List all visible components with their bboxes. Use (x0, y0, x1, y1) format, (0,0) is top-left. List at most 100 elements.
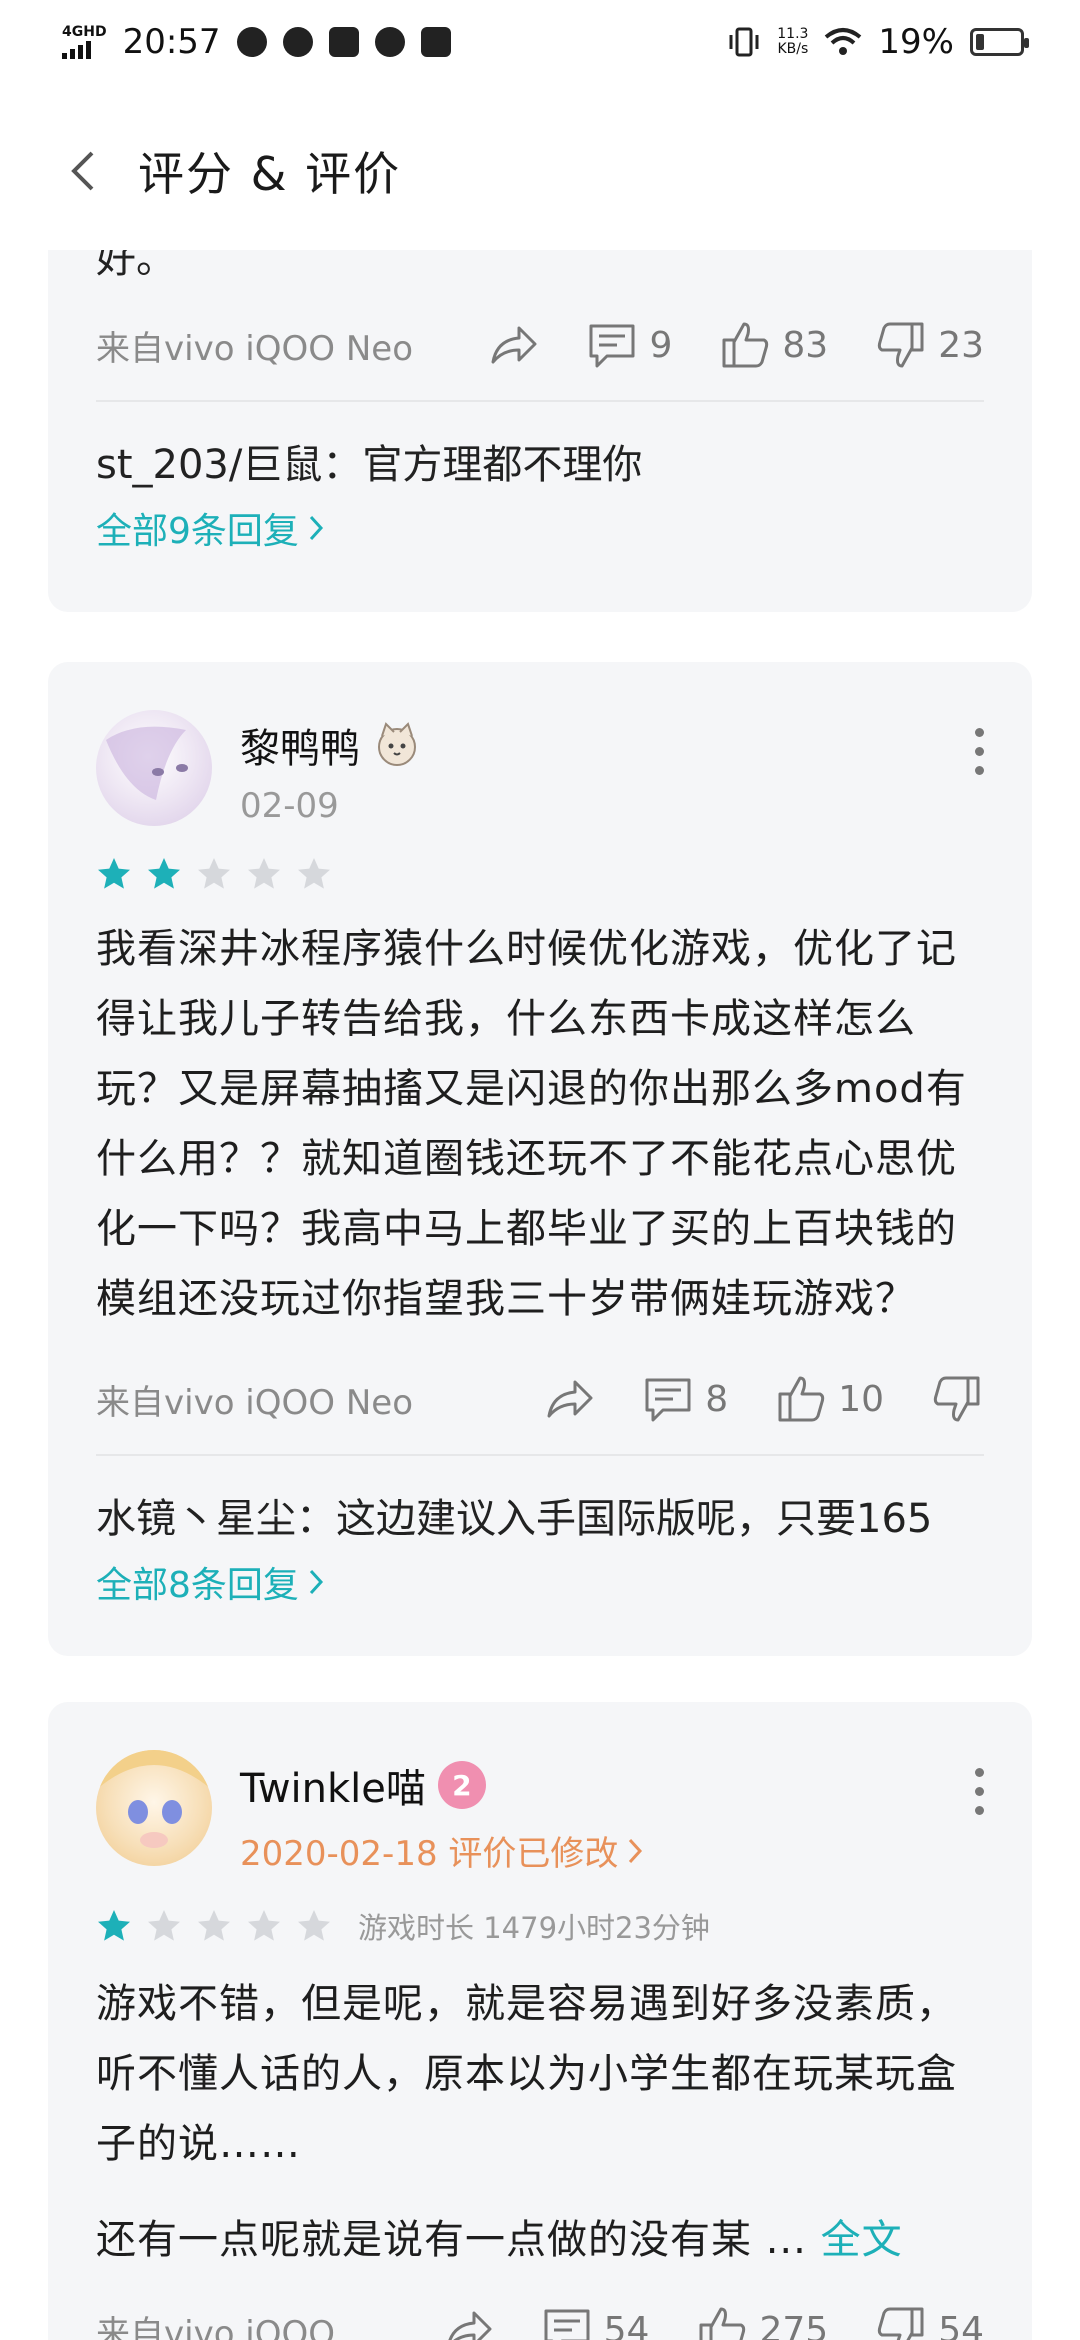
star-empty-icon (298, 1910, 330, 1941)
share-icon (491, 326, 537, 364)
like-button[interactable]: 275 (695, 2303, 828, 2340)
qq-icon (282, 27, 313, 57)
comment-count: 8 (705, 1378, 729, 1420)
battery-percent: 19% (878, 22, 954, 62)
cat-badge-icon (378, 722, 416, 766)
view-all-replies-label: 全部8条回复 (96, 1565, 299, 1606)
music-icon (374, 27, 405, 57)
reply-preview[interactable]: st_203/巨鼠：官方理都不理你 (96, 432, 984, 490)
thumbs-down-icon (878, 2307, 924, 2340)
like-count: 83 (782, 324, 829, 366)
back-arrow-icon[interactable] (64, 151, 104, 191)
dislike-button[interactable]: 54 (874, 2303, 984, 2340)
review-meta: 来自vivo iQOO... 54 275 54 (96, 2275, 984, 2340)
view-all-replies-link[interactable]: 全部9条回复 (96, 502, 984, 554)
avatar-illustration (106, 726, 188, 800)
device-label: 来自vivo iQOO Neo (96, 328, 413, 369)
reply-preview[interactable]: 水镜丶星尘：这边建议入手国际版呢，只要165 (96, 1486, 984, 1544)
vibrate-icon (729, 27, 759, 57)
star-filled-icon (98, 858, 130, 889)
username[interactable]: 黎鸭鸭 (240, 716, 422, 774)
avatar-illustration (96, 1750, 212, 1848)
review-text: 好。 (96, 250, 176, 282)
review-text-continued: 还有一点呢就是说有一点做的没有某 ... 全文 (96, 2205, 984, 2275)
comment-button[interactable]: 54 (540, 2303, 650, 2340)
device-label: 来自vivo iQOO Neo (96, 1382, 413, 1423)
level-badge-icon: 2 (437, 1761, 486, 1809)
dislike-count: 23 (938, 324, 984, 366)
level-badge-number: 2 (452, 1768, 472, 1802)
username[interactable]: Twinkle喵 2 (240, 1756, 646, 1814)
wifi-icon (825, 28, 862, 55)
like-count: 275 (759, 2309, 829, 2340)
star-empty-icon (148, 1910, 180, 1941)
review-card: 好。 来自vivo iQOO Neo 9 83 23 st_203/巨鼠：官方理… (48, 250, 1032, 612)
device-label: 来自vivo iQOO... (96, 2313, 367, 2340)
status-bar: 4GHD 20:57 11.3 KB/s 19% (0, 0, 1080, 84)
avatar[interactable] (96, 710, 212, 826)
more-options-icon[interactable] (975, 1768, 984, 1815)
review-date: 02-09 (240, 786, 339, 826)
briefcase-icon (328, 27, 359, 57)
comment-button[interactable]: 9 (585, 318, 672, 372)
dislike-button[interactable]: 23 (874, 318, 984, 372)
review-date-edited-link[interactable]: 2020-02-18 评价已修改 (240, 1826, 646, 1875)
share-icon (448, 2311, 492, 2340)
comment-button[interactable]: 8 (641, 1372, 728, 1426)
review-meta: 来自vivo iQOO Neo 8 10 (96, 1344, 984, 1454)
qq-icon (236, 27, 267, 57)
star-empty-icon (198, 1910, 230, 1941)
username-text: Twinkle喵 (240, 1766, 426, 1812)
full-text-link[interactable]: 全文 (821, 2217, 903, 2263)
net-speed-unit: KB/s (777, 41, 809, 57)
review-text-excerpt: 还有一点呢就是说有一点做的没有某 ... (96, 2217, 807, 2263)
comment-icon (645, 1378, 691, 1422)
username-text: 黎鸭鸭 (240, 726, 360, 772)
star-rating (96, 856, 984, 892)
comment-icon (544, 2309, 590, 2340)
dislike-button[interactable] (930, 1372, 984, 1426)
share-button[interactable] (440, 2303, 494, 2340)
review-list[interactable]: 好。 来自vivo iQOO Neo 9 83 23 st_203/巨鼠：官方理… (0, 250, 1080, 2340)
review-header: 黎鸭鸭 02-09 (96, 662, 984, 826)
review-header: Twinkle喵 2 2020-02-18 评价已修改 (96, 1702, 984, 1875)
star-empty-icon (298, 858, 330, 889)
like-button[interactable]: 83 (718, 318, 828, 372)
chevron-right-icon (309, 515, 323, 541)
star-rating: 游戏时长 1479小时23分钟 (96, 1905, 984, 1947)
clock: 20:57 (122, 22, 221, 62)
signal-icon (62, 39, 107, 59)
network-type: 4GHD (62, 24, 107, 40)
dislike-count: 54 (938, 2309, 984, 2340)
net-speed: 11.3 KB/s (777, 27, 808, 57)
share-button[interactable] (485, 318, 539, 372)
like-count: 10 (838, 1378, 884, 1420)
star-empty-icon (248, 1910, 280, 1941)
thumbs-up-icon (778, 1376, 825, 1422)
review-text: 游戏不错，但是呢，就是容易遇到好多没素质，听不懂人话的人，原本以为小学生都在玩某… (96, 1981, 957, 2167)
mail-icon (420, 27, 451, 57)
review-text: 我看深井冰程序猿什么时候优化游戏，优化了记得让我儿子转告给我，什么东西卡成这样怎… (96, 926, 967, 1322)
comment-icon (589, 324, 635, 368)
share-button[interactable] (541, 1372, 595, 1426)
page-title: 评分 & 评价 (138, 147, 402, 201)
thumbs-down-icon (878, 322, 924, 368)
star-empty-icon (198, 858, 230, 889)
chevron-right-icon (309, 1569, 323, 1595)
thumbs-up-icon (699, 2307, 746, 2340)
net-speed-value: 11.3 (777, 26, 809, 42)
star-filled-icon (98, 1910, 130, 1941)
avatar[interactable] (96, 1750, 212, 1866)
star-empty-icon (248, 858, 280, 889)
view-all-replies-link[interactable]: 全部8条回复 (96, 1556, 984, 1608)
star-filled-icon (148, 858, 180, 889)
thumbs-down-icon (933, 1376, 980, 1422)
more-options-icon[interactable] (975, 728, 984, 775)
review-card: 黎鸭鸭 02-09 我看深井冰程序猿什么时候优化游戏，优化了记得让我儿子转告给我… (48, 662, 1032, 1656)
view-all-replies-label: 全部9条回复 (96, 511, 299, 552)
comment-count: 54 (603, 2309, 650, 2340)
network-indicator: 4GHD (62, 25, 107, 59)
like-button[interactable]: 10 (774, 1372, 884, 1426)
divider (96, 1454, 984, 1456)
review-date: 2020-02-18 评价已修改 (240, 1834, 619, 1874)
